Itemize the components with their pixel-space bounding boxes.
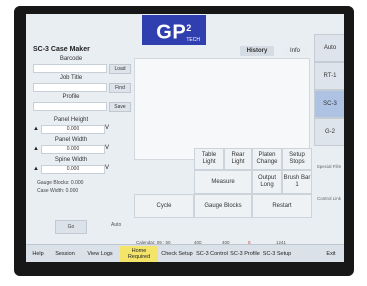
spine-width-label: Spine Width: [54, 157, 88, 163]
view-logs-button[interactable]: View Logs: [82, 246, 118, 262]
sc3-setup-button[interactable]: SC-3 Setup: [262, 246, 292, 262]
brand-logo: GP2 TECH: [142, 15, 206, 45]
go-button[interactable]: Go: [55, 220, 87, 234]
panel-title: SC-3 Case Maker: [33, 46, 90, 53]
barcode-label: Barcode: [59, 56, 83, 62]
help-button[interactable]: Help: [28, 246, 48, 262]
case-maker-panel: SC-3 Case Maker Barcode Load Job Title F…: [31, 44, 131, 234]
special-film-label[interactable]: Special Film: [314, 164, 344, 169]
brush-bar-button[interactable]: Brush Bar 1: [282, 170, 312, 194]
cycle-button[interactable]: Cycle: [134, 194, 194, 218]
restart-button[interactable]: Restart: [252, 194, 312, 218]
spine-width-unit: V: [105, 165, 110, 171]
save-button[interactable]: Save: [109, 102, 131, 112]
panel-width-label: Panel Width: [54, 137, 88, 143]
panel-height-unit: V: [105, 125, 110, 131]
bottom-nav-bar: Help Session View Logs Home Required Che…: [26, 244, 344, 262]
panel-width-unit: V: [105, 145, 110, 151]
panel-width-input[interactable]: ▲ 0.000: [33, 145, 105, 154]
sc3-button[interactable]: SC-3: [314, 90, 344, 118]
output-long-button[interactable]: Output Long: [252, 170, 282, 194]
auto-button[interactable]: Auto: [111, 222, 121, 228]
check-setup-button[interactable]: Check Setup: [160, 246, 194, 262]
hmi-screen: GP2 TECH SC-3 Case Maker Barcode Load Jo…: [26, 14, 344, 262]
rear-light-button[interactable]: Rear Light: [224, 148, 252, 170]
tab-info[interactable]: Info: [282, 46, 308, 56]
right-auto-button[interactable]: Auto: [314, 34, 344, 62]
home-required-button[interactable]: Home Required: [120, 246, 158, 262]
profile-label: Profile: [62, 94, 80, 100]
gauge-blocks-button[interactable]: Gauge Blocks: [194, 194, 252, 218]
sc3-profile-button[interactable]: SC-3 Profile: [230, 246, 260, 262]
spine-width-input[interactable]: ▲ 0.000: [33, 165, 105, 174]
job-title-input[interactable]: [33, 83, 107, 92]
history-panel: [134, 58, 310, 160]
job-title-label: Job Title: [59, 75, 83, 81]
panel-height-label: Panel Height: [53, 117, 89, 123]
load-button[interactable]: Load: [109, 64, 131, 74]
measure-button[interactable]: Measure: [194, 170, 252, 194]
panel-height-input[interactable]: ▲ 0.000: [33, 125, 105, 134]
control-link-label[interactable]: Control Link: [314, 196, 344, 201]
exit-button[interactable]: Exit: [320, 246, 342, 262]
setup-stops-button[interactable]: Setup Stops: [282, 148, 312, 170]
barcode-input[interactable]: [33, 64, 107, 73]
rt1-button[interactable]: RT-1: [314, 62, 344, 90]
g2-button[interactable]: G-2: [314, 118, 344, 146]
sc3-control-button[interactable]: SC-3 Control: [196, 246, 228, 262]
case-width-readout: Case Width: 0.000: [37, 188, 79, 194]
table-light-button[interactable]: Table Light: [194, 148, 224, 170]
tab-history[interactable]: History: [240, 46, 274, 56]
profile-select[interactable]: [33, 102, 107, 111]
session-button[interactable]: Session: [50, 246, 80, 262]
gauge-blocks-readout: Gauge Blocks: 0.000: [37, 180, 84, 186]
find-button[interactable]: Find: [109, 83, 131, 93]
platen-change-button[interactable]: Platen Change: [252, 148, 282, 170]
